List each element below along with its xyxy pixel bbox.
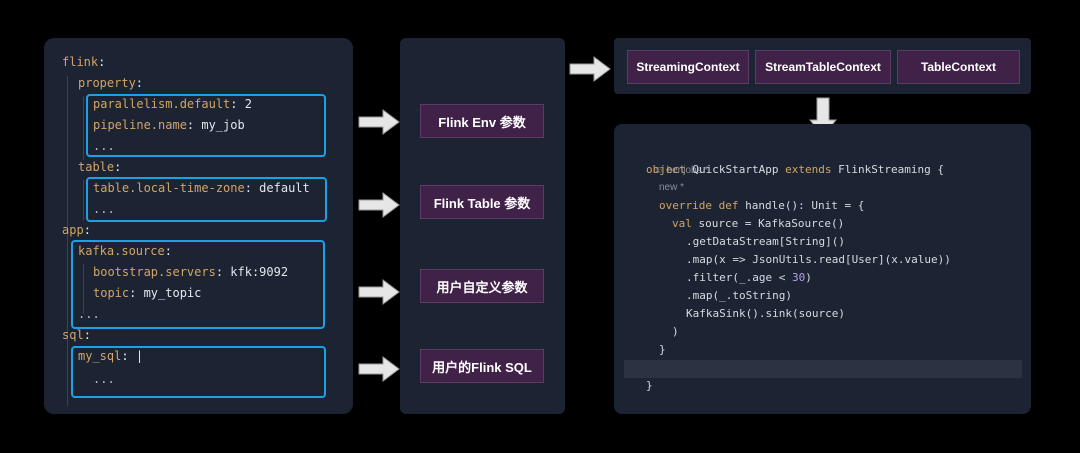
arrow-right-icon	[358, 279, 400, 305]
arrow-right-icon	[358, 109, 400, 135]
yaml-line-sql: sql:	[62, 328, 91, 342]
arrow-right-icon	[569, 56, 611, 82]
flink-env-params-box: Flink Env 参数	[420, 104, 544, 138]
yaml-line-table: table:	[78, 160, 122, 174]
custom-params-highlight	[71, 240, 325, 329]
indent-guide	[67, 76, 68, 406]
code-line: .map(x => JsonUtils.read[User](x.value))	[686, 253, 951, 266]
code-line: }	[659, 343, 666, 356]
custom-params-box: 用户自定义参数	[420, 269, 544, 303]
code-line: )	[672, 325, 679, 338]
code-line: .filter(_.age < 30)	[686, 271, 812, 284]
code-line: .getDataStream[String]()	[686, 235, 845, 248]
code-line: val source = KafkaSource()	[672, 217, 845, 230]
yaml-line-flink: flink:	[62, 55, 106, 69]
streaming-context-box: StreamingContext	[627, 50, 749, 84]
stream-table-context-box: StreamTableContext	[755, 50, 891, 84]
code-line: }	[646, 379, 653, 392]
indent-guide	[83, 96, 84, 160]
indent-guide	[83, 180, 84, 220]
code-line: KafkaSink().sink(source)	[686, 307, 845, 320]
flink-sql-box: 用户的Flink SQL	[420, 349, 544, 383]
sql-highlight	[71, 346, 326, 398]
arrow-right-icon	[358, 192, 400, 218]
code-line: .map(_.toString)	[686, 289, 792, 302]
env-params-highlight	[86, 94, 326, 157]
code-line: object QuickStartApp extends FlinkStream…	[646, 163, 945, 176]
code-line: override def handle(): Unit = {	[659, 199, 865, 212]
arrow-right-icon	[358, 356, 400, 382]
flink-table-params-box: Flink Table 参数	[420, 185, 544, 219]
table-context-box: TableContext	[897, 50, 1020, 84]
current-line-highlight	[624, 360, 1022, 378]
new-hint: new *	[659, 182, 685, 193]
table-params-highlight	[86, 177, 327, 222]
yaml-line-app: app:	[62, 223, 91, 237]
yaml-line-property: property:	[78, 76, 144, 90]
